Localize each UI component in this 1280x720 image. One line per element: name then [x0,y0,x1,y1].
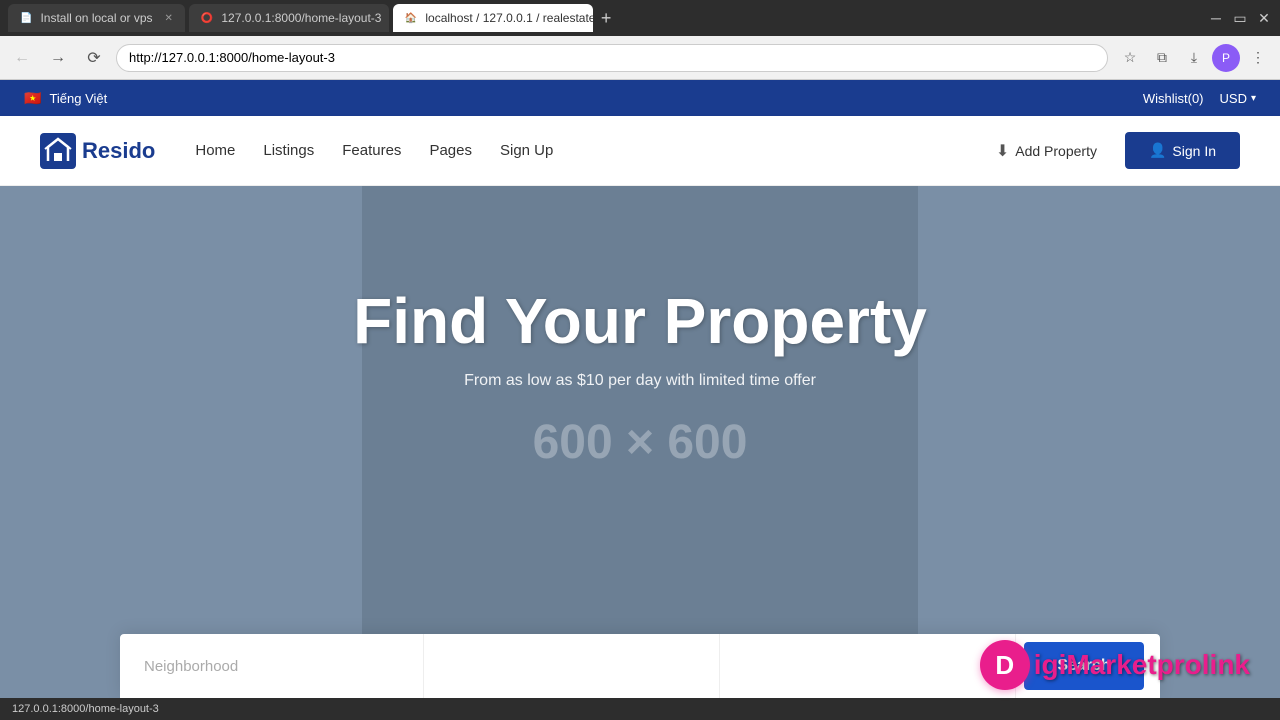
save-icon[interactable]: ⤓ [1180,44,1208,72]
hero-content: Find Your Property From as low as $10 pe… [0,186,1280,430]
tab-3-favicon: 🏠 [405,13,417,24]
navbar: Resido Home Listings Features Pages Sign… [0,116,1280,186]
nav-actions: ⬇ Add Property 👤 Sign In [980,132,1240,169]
search-input-2[interactable] [440,658,703,675]
logo-icon [40,133,76,169]
address-input[interactable] [116,44,1108,72]
watermark-logo: D [980,640,1030,690]
tab-1-favicon: 📄 [20,13,32,24]
nav-pages[interactable]: Pages [429,142,472,159]
user-icon: 👤 [1149,142,1166,159]
language-right: Wishlist(0) USD ▾ [1143,91,1256,106]
nav-features[interactable]: Features [342,142,401,159]
close-button[interactable]: ✕ [1256,10,1272,26]
tab-2-favicon: ⭕ [201,13,213,24]
tab-1[interactable]: 📄 Install on local or vps ✕ [8,4,185,32]
bookmark-icon[interactable]: ☆ [1116,44,1144,72]
toolbar-icons: ☆ ⧉ ⤓ P ⋮ [1116,44,1272,72]
logo-text: Resido [82,138,155,164]
language-left: 🇻🇳 Tiếng Việt [24,90,107,107]
hero-title: Find Your Property [0,286,1280,356]
search-field-3 [720,634,1016,698]
extensions-icon[interactable]: ⧉ [1148,44,1176,72]
reload-button[interactable]: ⟳ [80,44,108,72]
nav-links: Home Listings Features Pages Sign Up [195,142,979,159]
flag-icon: 🇻🇳 [24,90,41,107]
tab-1-close[interactable]: ✕ [165,13,173,24]
tab-2-title: 127.0.0.1:8000/home-layout-3 [221,11,381,25]
profile-icon[interactable]: P [1212,44,1240,72]
nav-signup[interactable]: Sign Up [500,142,553,159]
menu-icon[interactable]: ⋮ [1244,44,1272,72]
page-content: 🇻🇳 Tiếng Việt Wishlist(0) USD ▾ [0,80,1280,698]
minimize-button[interactable]: ─ [1208,10,1224,26]
browser-frame: 📄 Install on local or vps ✕ ⭕ 127.0.0.1:… [0,0,1280,720]
search-field-2 [424,634,720,698]
search-input-3[interactable] [736,658,999,675]
tab-1-title: Install on local or vps [40,11,152,25]
title-bar: 📄 Install on local or vps ✕ ⭕ 127.0.0.1:… [0,0,1280,36]
sign-in-button[interactable]: 👤 Sign In [1125,132,1240,169]
hero-section: 600 × 600 Find Your Property From as low… [0,186,1280,698]
status-bar: 127.0.0.1:8000/home-layout-3 [0,698,1280,720]
currency-selector[interactable]: USD ▾ [1220,91,1256,106]
logo[interactable]: Resido [40,133,155,169]
forward-button[interactable]: → [44,44,72,72]
new-tab-button[interactable]: + [597,8,616,29]
neighborhood-input[interactable] [144,658,407,675]
language-label: Tiếng Việt [49,91,107,106]
add-property-button[interactable]: ⬇ Add Property [980,133,1113,169]
tab-3[interactable]: 🏠 localhost / 127.0.0.1 / realestate ✕ [393,4,593,32]
watermark: D igiMarketprolink [980,640,1250,690]
add-property-icon: ⬇ [996,141,1009,161]
status-text: 127.0.0.1:8000/home-layout-3 [12,703,159,715]
maximize-button[interactable]: ▭ [1232,10,1248,26]
nav-listings[interactable]: Listings [263,142,314,159]
currency-label: USD [1220,91,1247,106]
window-controls: ─ ▭ ✕ [1208,10,1272,26]
tab-3-title: localhost / 127.0.0.1 / realestate [425,11,593,25]
address-bar: ← → ⟳ ☆ ⧉ ⤓ P ⋮ [0,36,1280,80]
hero-subtitle: From as low as $10 per day with limited … [0,372,1280,390]
neighborhood-field [128,634,424,698]
back-button[interactable]: ← [8,44,36,72]
tab-2[interactable]: ⭕ 127.0.0.1:8000/home-layout-3 ✕ [189,4,389,32]
currency-chevron-icon: ▾ [1251,93,1256,104]
wishlist-link[interactable]: Wishlist(0) [1143,91,1204,106]
nav-home[interactable]: Home [195,142,235,159]
watermark-text: igiMarketprolink [1034,649,1250,681]
add-property-label: Add Property [1015,143,1097,159]
language-bar: 🇻🇳 Tiếng Việt Wishlist(0) USD ▾ [0,80,1280,116]
sign-in-label: Sign In [1172,143,1216,159]
